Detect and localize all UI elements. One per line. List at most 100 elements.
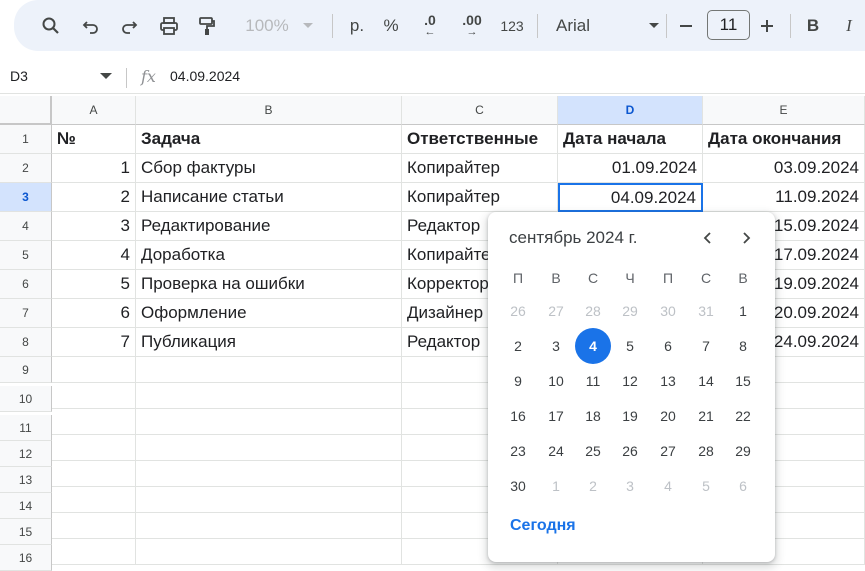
empty-cell[interactable] bbox=[136, 383, 402, 409]
row-header-4[interactable]: 4 bbox=[0, 212, 52, 241]
undo-icon[interactable] bbox=[76, 11, 106, 41]
calendar-day[interactable]: 6 bbox=[650, 328, 686, 364]
print-icon[interactable] bbox=[154, 11, 184, 41]
row-header-7[interactable]: 7 bbox=[0, 299, 52, 328]
calendar-day[interactable]: 11 bbox=[575, 363, 611, 399]
calendar-day[interactable]: 6 bbox=[725, 468, 761, 504]
row-header-11[interactable]: 11 bbox=[0, 415, 52, 441]
calendar-day[interactable]: 27 bbox=[650, 433, 686, 469]
row-header-5[interactable]: 5 bbox=[0, 241, 52, 270]
formula-input[interactable]: 04.09.2024 bbox=[170, 68, 240, 84]
empty-cell[interactable] bbox=[136, 357, 402, 383]
cell-c3[interactable]: Копирайтер bbox=[402, 183, 558, 212]
cell-a7[interactable]: 6 bbox=[52, 299, 136, 328]
chevron-right-icon[interactable] bbox=[736, 228, 756, 248]
calendar-day[interactable]: 12 bbox=[612, 363, 648, 399]
calendar-day[interactable]: 9 bbox=[500, 363, 536, 399]
cell-a3[interactable]: 2 bbox=[52, 183, 136, 212]
calendar-day[interactable]: 26 bbox=[500, 293, 536, 329]
calendar-day[interactable]: 4 bbox=[650, 468, 686, 504]
empty-cell[interactable] bbox=[52, 513, 136, 539]
today-button[interactable]: Сегодня bbox=[510, 517, 576, 535]
cell-e1[interactable]: Дата окончания bbox=[703, 125, 865, 154]
empty-cell[interactable] bbox=[52, 461, 136, 487]
calendar-day[interactable]: 29 bbox=[612, 293, 648, 329]
chevron-down-icon[interactable] bbox=[100, 73, 112, 79]
calendar-day[interactable]: 3 bbox=[538, 328, 574, 364]
increase-decimals-button[interactable]: .00 → bbox=[454, 11, 490, 41]
cell-e2[interactable]: 03.09.2024 bbox=[703, 154, 865, 183]
calendar-day[interactable]: 5 bbox=[688, 468, 724, 504]
empty-cell[interactable] bbox=[52, 409, 136, 435]
calendar-day[interactable]: 26 bbox=[612, 433, 648, 469]
calendar-day[interactable]: 19 bbox=[612, 398, 648, 434]
empty-cell[interactable] bbox=[136, 513, 402, 539]
redo-icon[interactable] bbox=[114, 11, 144, 41]
calendar-day[interactable]: 3 bbox=[612, 468, 648, 504]
decrease-font-size-icon[interactable] bbox=[673, 11, 699, 41]
calendar-day[interactable]: 13 bbox=[650, 363, 686, 399]
empty-cell[interactable] bbox=[136, 539, 402, 565]
cell-d3[interactable]: 04.09.2024 bbox=[558, 183, 703, 212]
calendar-day[interactable]: 1 bbox=[725, 293, 761, 329]
cell-b1[interactable]: Задача bbox=[136, 125, 402, 154]
empty-cell[interactable] bbox=[136, 487, 402, 513]
row-header-10[interactable]: 10 bbox=[0, 386, 52, 412]
decrease-decimals-button[interactable]: .0 ← bbox=[414, 11, 446, 41]
calendar-day[interactable]: 10 bbox=[538, 363, 574, 399]
calendar-day[interactable]: 17 bbox=[538, 398, 574, 434]
currency-format-button[interactable]: р. bbox=[342, 11, 372, 41]
paint-format-icon[interactable] bbox=[192, 11, 222, 41]
calendar-day-selected[interactable]: 4 bbox=[575, 328, 611, 364]
calendar-day[interactable]: 28 bbox=[688, 433, 724, 469]
empty-cell[interactable] bbox=[52, 383, 136, 409]
row-header-1[interactable]: 1 bbox=[0, 125, 52, 154]
calendar-day[interactable]: 24 bbox=[538, 433, 574, 469]
row-header-3[interactable]: 3 bbox=[0, 183, 52, 212]
calendar-day[interactable]: 16 bbox=[500, 398, 536, 434]
row-header-16[interactable]: 16 bbox=[0, 545, 52, 571]
cell-a2[interactable]: 1 bbox=[52, 154, 136, 183]
calendar-day[interactable]: 22 bbox=[725, 398, 761, 434]
chevron-left-icon[interactable] bbox=[698, 228, 718, 248]
cell-b4[interactable]: Редактирование bbox=[136, 212, 402, 241]
cell-c1[interactable]: Ответственные bbox=[402, 125, 558, 154]
calendar-day[interactable]: 1 bbox=[538, 468, 574, 504]
column-header-d[interactable]: D bbox=[558, 96, 703, 125]
calendar-day[interactable]: 29 bbox=[725, 433, 761, 469]
calendar-day[interactable]: 30 bbox=[500, 468, 536, 504]
calendar-day[interactable]: 28 bbox=[575, 293, 611, 329]
cell-a6[interactable]: 5 bbox=[52, 270, 136, 299]
calendar-day[interactable]: 27 bbox=[538, 293, 574, 329]
cell-c2[interactable]: Копирайтер bbox=[402, 154, 558, 183]
bold-button[interactable]: B bbox=[800, 11, 826, 41]
calendar-day[interactable]: 2 bbox=[575, 468, 611, 504]
cell-b6[interactable]: Проверка на ошибки bbox=[136, 270, 402, 299]
search-menus-icon[interactable] bbox=[36, 11, 66, 41]
calendar-day[interactable]: 31 bbox=[688, 293, 724, 329]
row-header-12[interactable]: 12 bbox=[0, 441, 52, 467]
cell-b7[interactable]: Оформление bbox=[136, 299, 402, 328]
empty-cell[interactable] bbox=[52, 539, 136, 565]
cell-d2[interactable]: 01.09.2024 bbox=[558, 154, 703, 183]
empty-cell[interactable] bbox=[136, 409, 402, 435]
row-header-6[interactable]: 6 bbox=[0, 270, 52, 299]
percent-format-button[interactable]: % bbox=[379, 11, 403, 41]
cell-b3[interactable]: Написание статьи bbox=[136, 183, 402, 212]
empty-cell[interactable] bbox=[136, 435, 402, 461]
more-formats-button[interactable]: 123 bbox=[496, 11, 528, 41]
font-family-select[interactable]: Arial bbox=[544, 11, 666, 41]
row-header-15[interactable]: 15 bbox=[0, 519, 52, 545]
increase-font-size-icon[interactable] bbox=[754, 11, 780, 41]
column-header-a[interactable]: A bbox=[52, 96, 136, 125]
name-box[interactable]: D3 bbox=[10, 68, 28, 84]
calendar-day[interactable]: 2 bbox=[500, 328, 536, 364]
cell-e3[interactable]: 11.09.2024 bbox=[703, 183, 865, 212]
cell-d1[interactable]: Дата начала bbox=[558, 125, 703, 154]
column-header-e[interactable]: E bbox=[703, 96, 865, 125]
row-header-9[interactable]: 9 bbox=[0, 357, 52, 383]
empty-cell[interactable] bbox=[52, 435, 136, 461]
calendar-day[interactable]: 8 bbox=[725, 328, 761, 364]
row-header-14[interactable]: 14 bbox=[0, 493, 52, 519]
column-header-b[interactable]: B bbox=[136, 96, 402, 125]
